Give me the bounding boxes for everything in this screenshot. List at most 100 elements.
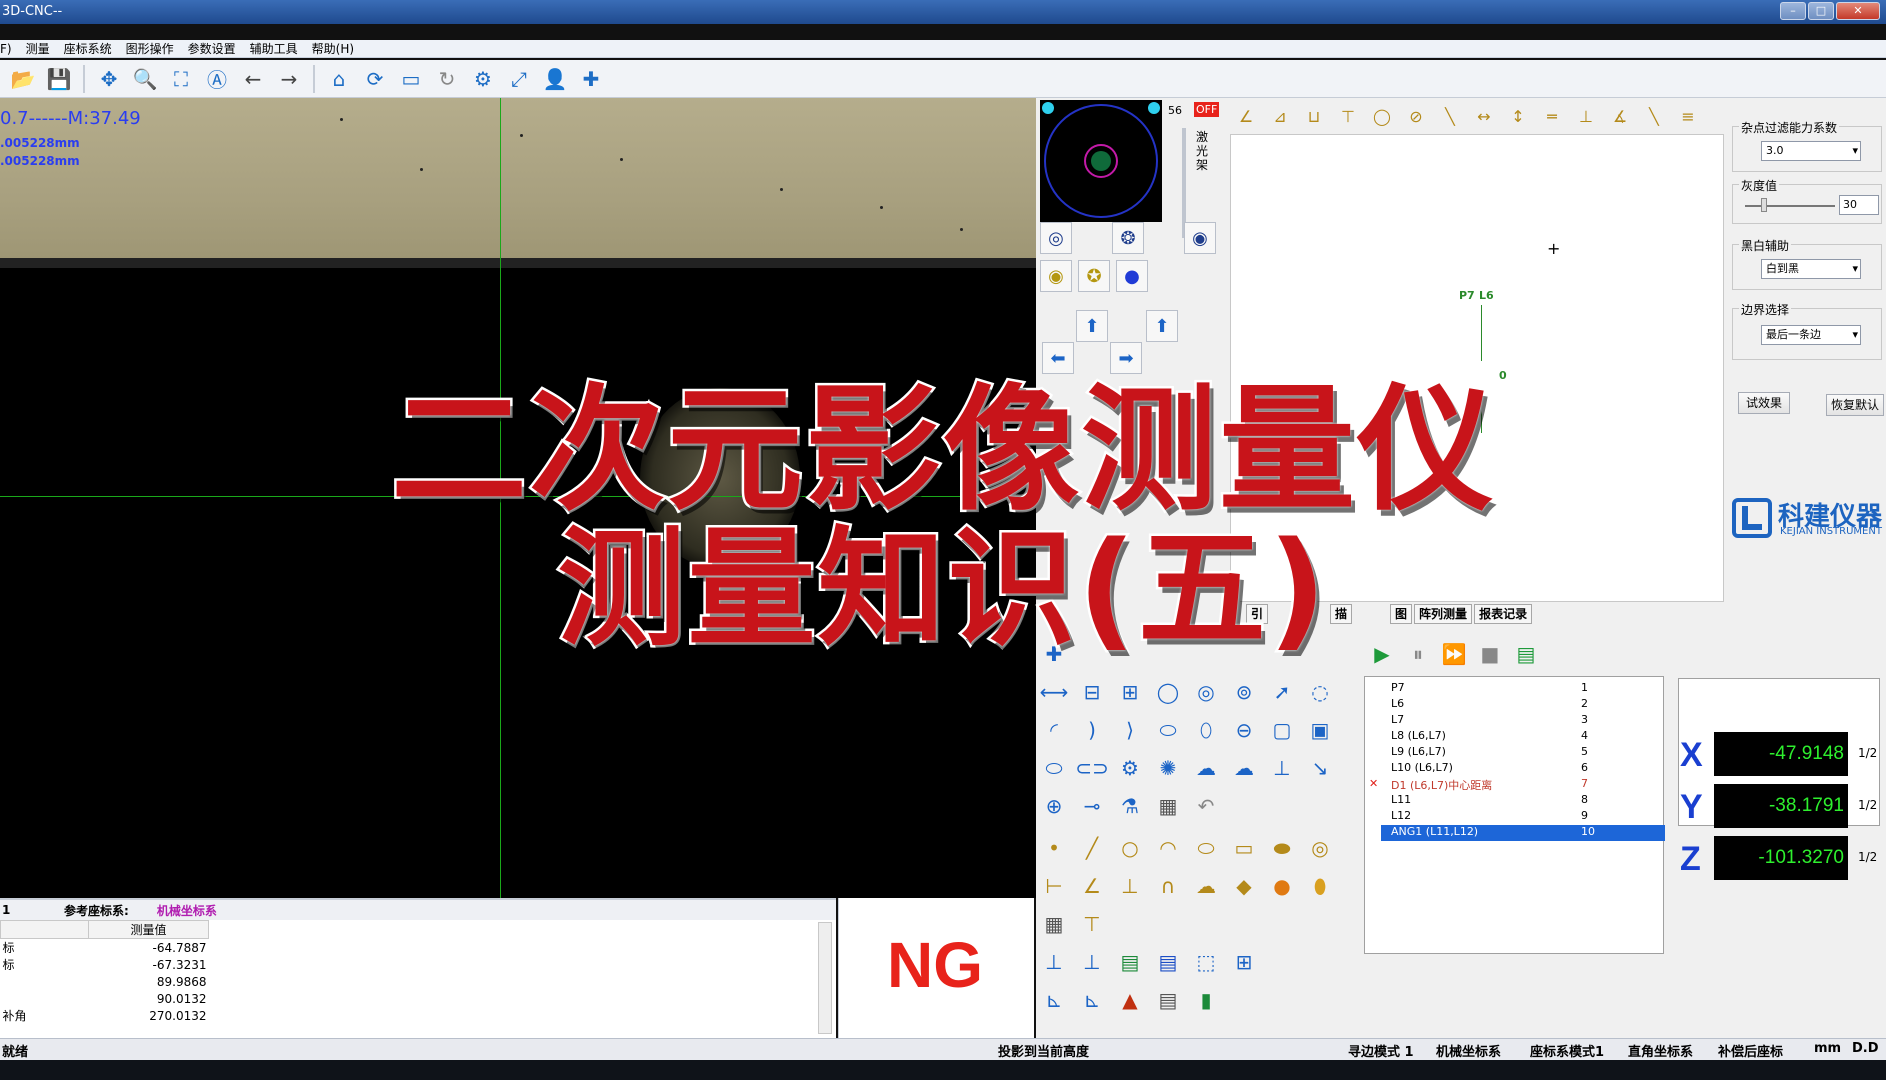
battery-icon[interactable]: ▮ <box>1190 984 1222 1016</box>
slope-tool-icon[interactable]: ╲ <box>1638 100 1670 132</box>
list-item[interactable]: L7 3 <box>1381 713 1665 729</box>
axis-y-half-button[interactable]: 1/2 <box>1858 798 1877 812</box>
list-item[interactable]: L8 (L6,L7) 4 <box>1381 729 1665 745</box>
ring-light-icon[interactable]: ◎ <box>1040 222 1072 254</box>
table-row[interactable]: 标 -64.7887 <box>1 939 821 957</box>
calc2-icon[interactable]: ▦ <box>1038 908 1070 940</box>
cloud-shape-icon[interactable]: ☁ <box>1190 870 1222 902</box>
gear2-icon[interactable]: ✺ <box>1152 752 1184 784</box>
home-icon[interactable]: ⌂ <box>324 64 354 94</box>
drop-icon[interactable]: ⊤ <box>1076 908 1108 940</box>
zoom-icon[interactable]: 🔍 <box>130 64 160 94</box>
height-tool-icon[interactable]: ⊤ <box>1332 100 1364 132</box>
cursor-circle-icon[interactable]: ➚ <box>1266 676 1298 708</box>
cloud2-icon[interactable]: ☁ <box>1228 752 1260 784</box>
dist-shape-icon[interactable]: ⊢ <box>1038 870 1070 902</box>
menu-help[interactable]: 帮助(H) <box>312 40 354 57</box>
coax-light-icon[interactable]: ◉ <box>1184 222 1216 254</box>
flask-icon[interactable]: ⚗ <box>1114 790 1146 822</box>
list-item[interactable]: L12 9 <box>1381 809 1665 825</box>
slot-icon[interactable]: ⊟ <box>1076 676 1108 708</box>
eraser-icon[interactable]: ⬮ <box>1304 870 1336 902</box>
coord-set-icon[interactable]: ⊥ <box>1076 946 1108 978</box>
coord-zero-icon[interactable]: ⊥ <box>1038 946 1070 978</box>
menu-coordinate[interactable]: 座标系统 <box>64 40 112 57</box>
probe-icon[interactable]: ⊸ <box>1076 790 1108 822</box>
text-icon[interactable]: Ⓐ <box>202 64 232 94</box>
filter-select[interactable]: 3.0 <box>1761 141 1861 161</box>
point-icon[interactable]: • <box>1038 832 1070 864</box>
rect-round-icon[interactable]: ▢ <box>1266 714 1298 746</box>
close-button[interactable]: ✕ <box>1836 2 1880 20</box>
list-item[interactable]: L6 2 <box>1381 697 1665 713</box>
circle-icon[interactable]: ◯ <box>1152 676 1184 708</box>
gray-slider[interactable] <box>1745 205 1835 207</box>
plugin-icon[interactable]: ✚ <box>576 64 606 94</box>
user-icon[interactable]: 👤 <box>540 64 570 94</box>
back-arrow-icon[interactable]: ← <box>238 64 268 94</box>
fullscreen-icon[interactable]: ⤢ <box>504 64 534 94</box>
maximize-button[interactable]: □ <box>1808 2 1834 20</box>
report-icon[interactable]: ▤ <box>1152 984 1184 1016</box>
right-arrow-icon[interactable]: ➡ <box>1110 342 1142 374</box>
gray-value-field[interactable]: 30 <box>1839 195 1879 215</box>
ellipse4-icon[interactable]: ⬭ <box>1038 752 1070 784</box>
diamond-icon[interactable]: ◆ <box>1228 870 1260 902</box>
target-icon[interactable]: ⊕ <box>1038 790 1070 822</box>
table-row[interactable]: 补角 270.0132 <box>1 1007 821 1024</box>
slot-shape-icon[interactable]: ⬬ <box>1266 832 1298 864</box>
menu-settings[interactable]: 参数设置 <box>188 40 236 57</box>
list-item[interactable]: D1 (L6,L7)中心距离 7 ✕ <box>1369 777 1665 793</box>
arc2-icon[interactable]: ) <box>1076 714 1108 746</box>
dash-circle-icon[interactable]: ◌ <box>1304 676 1336 708</box>
rect-shape-icon[interactable]: ▭ <box>1228 832 1260 864</box>
ring-shape-icon[interactable]: ◎ <box>1304 832 1336 864</box>
menu-graphics[interactable]: 图形操作 <box>126 40 174 57</box>
select-cross-icon[interactable]: ⊞ <box>1228 946 1260 978</box>
list-item[interactable]: P7 1 <box>1381 681 1665 697</box>
menu-measure[interactable]: 测量 <box>26 40 50 57</box>
light-off-button[interactable]: OFF <box>1194 102 1220 117</box>
excel-icon[interactable]: ▤ <box>1114 946 1146 978</box>
cad-icon[interactable]: ▲ <box>1114 984 1146 1016</box>
hatch-tool-icon[interactable]: ≡ <box>1672 100 1704 132</box>
axis-z-half-button[interactable]: 1/2 <box>1858 850 1877 864</box>
undo-icon[interactable]: ↶ <box>1190 790 1222 822</box>
menu-tools[interactable]: 辅助工具 <box>250 40 298 57</box>
edge-select[interactable]: 最后一条边 <box>1761 325 1861 345</box>
path-icon[interactable]: ⟳ <box>360 64 390 94</box>
coord-rotate-icon[interactable]: ⊾ <box>1038 984 1070 1016</box>
open-folder-icon[interactable]: 📂 <box>8 64 38 94</box>
globe-icon[interactable]: ● <box>1266 870 1298 902</box>
v-dist-tool-icon[interactable]: ↕ <box>1502 100 1534 132</box>
bw-select[interactable]: 白到黑 <box>1761 259 1861 279</box>
ref-coord-value[interactable]: 机械坐标系 <box>157 902 217 919</box>
segment-light-icon[interactable]: ❂ <box>1112 222 1144 254</box>
fit-icon[interactable]: ⛶ <box>166 64 196 94</box>
list-item[interactable]: L9 (L6,L7) 5 <box>1381 745 1665 761</box>
contour-light-icon[interactable]: ✪ <box>1078 260 1110 292</box>
h-dist-tool-icon[interactable]: ↔ <box>1468 100 1500 132</box>
arc-shape-icon[interactable]: ◠ <box>1152 832 1184 864</box>
height-measure-icon[interactable]: ⊥ <box>1266 752 1298 784</box>
calculator-icon[interactable]: ▦ <box>1152 790 1184 822</box>
width-tool-icon[interactable]: ⊔ <box>1298 100 1330 132</box>
distance-tool-icon[interactable]: ⊿ <box>1264 100 1296 132</box>
menu-file[interactable]: F) <box>0 42 12 56</box>
angle-tool-icon[interactable]: ∠ <box>1230 100 1262 132</box>
ellipse3-icon[interactable]: ⊖ <box>1228 714 1260 746</box>
rect2-icon[interactable]: ▣ <box>1304 714 1336 746</box>
minimize-button[interactable]: – <box>1780 2 1806 20</box>
ellipse-shape-icon[interactable]: ⬭ <box>1190 832 1222 864</box>
line-icon[interactable]: ╱ <box>1076 832 1108 864</box>
refresh-icon[interactable]: ↻ <box>432 64 462 94</box>
circle-ring-icon[interactable]: ◎ <box>1190 676 1222 708</box>
table-row[interactable]: 90.0132 <box>1 990 821 1007</box>
angle2-tool-icon[interactable]: ∡ <box>1604 100 1636 132</box>
perp-tool-icon[interactable]: ⊥ <box>1570 100 1602 132</box>
circle-shape-icon[interactable]: ○ <box>1114 832 1146 864</box>
light-ring-view[interactable] <box>1040 100 1162 222</box>
arc-icon[interactable]: ◜ <box>1038 714 1070 746</box>
list-item[interactable]: ANG1 (L11,L12) 10 <box>1381 825 1665 841</box>
gear-circle-icon[interactable]: ⚙ <box>1114 752 1146 784</box>
